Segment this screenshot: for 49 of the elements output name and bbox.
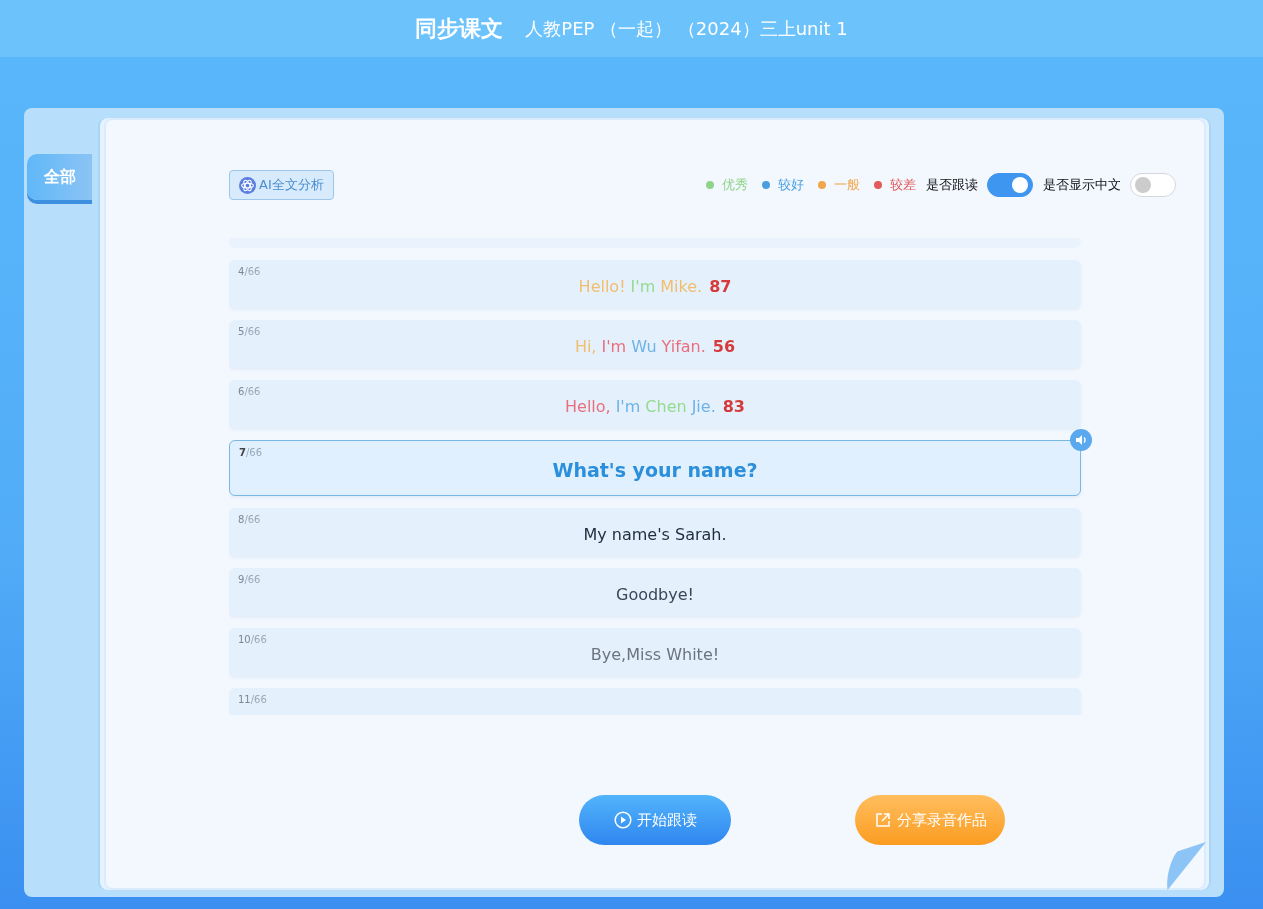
sentence-row[interactable]: 10/66 Bye,Miss White!: [229, 628, 1081, 676]
sentence-row[interactable]: 4/66 Hello! I'm Mike. 87: [229, 260, 1081, 308]
sentence-number: 11/66: [238, 694, 267, 705]
sentence-word: Wu: [631, 336, 657, 356]
share-icon: [873, 811, 892, 829]
play-icon: [613, 811, 632, 829]
sentence-text: Bye,Miss White!: [590, 644, 720, 664]
ai-analysis-button[interactable]: AI全文分析: [229, 170, 334, 200]
sentence-text: What's your name?: [552, 459, 758, 481]
toggle-switch[interactable]: [987, 173, 1033, 197]
sentence-row[interactable]: 7/66 What's your name?: [229, 440, 1081, 496]
sentence-score: 56: [712, 336, 736, 356]
sentence-score: 83: [722, 396, 745, 416]
book-title: 人教PEP （一起） （2024）三上unit 1: [525, 16, 848, 41]
sentence-text: My name's Sarah.: [583, 524, 727, 544]
sentence-number: 7/66: [239, 447, 263, 458]
toggle-label: 是否显示中文: [1043, 176, 1121, 194]
sentence-row[interactable]: 8/66 My name's Sarah.: [229, 508, 1081, 556]
sentence-word: I'm: [630, 276, 656, 296]
sentence-word: Jie.: [691, 396, 716, 416]
legend-label: 较差: [890, 176, 916, 194]
sentence-score: 87: [709, 276, 732, 296]
sentence-row[interactable]: 5/66 Hi, I'm Wu Yifan. 56: [229, 320, 1081, 368]
toggle-label: 是否跟读: [926, 176, 978, 194]
sentence-text: Goodbye!: [616, 584, 694, 604]
sentence-number: 5/66: [238, 326, 261, 337]
sentence-row[interactable]: 6/66 Hello, I'm Chen Jie. 83: [229, 380, 1081, 428]
sentence-number: 4/66: [238, 266, 261, 277]
legend-label: 较好: [778, 176, 804, 194]
sentence-number: 9/66: [238, 574, 261, 585]
sentence-row[interactable]: 9/66 Goodbye!: [229, 568, 1081, 616]
sentence-word: I'm: [615, 396, 641, 416]
page-title: 同步课文: [415, 14, 504, 43]
sentence-number: 10/66: [238, 634, 267, 645]
sentence-number: 6/66: [238, 386, 261, 397]
sentence-word: Hello,: [565, 396, 611, 416]
start-reading-button[interactable]: 开始跟读: [579, 795, 731, 845]
sentence-row[interactable]: 11/66: [229, 688, 1081, 715]
sentence-word: Hello!: [578, 276, 626, 296]
sentence-word: I'm: [601, 336, 627, 356]
legend-label: 一般: [834, 176, 860, 194]
sentence-word: Chen: [645, 396, 687, 416]
speaker-icon[interactable]: [1070, 429, 1092, 451]
sentence-word: Mike.: [660, 276, 703, 296]
sentence-number: 8/66: [238, 514, 261, 525]
legend-label: 优秀: [722, 176, 748, 194]
atom-icon: [239, 176, 256, 194]
sentence-word: Hi,: [574, 336, 597, 356]
sentence-word: Yifan.: [661, 336, 706, 356]
